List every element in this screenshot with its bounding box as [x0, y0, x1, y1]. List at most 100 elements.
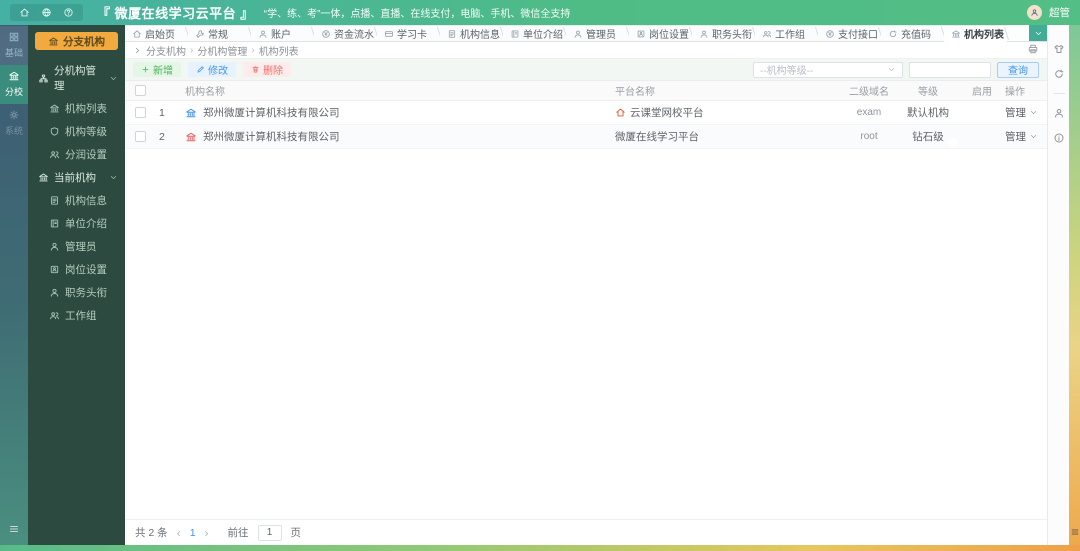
chevron-down-icon — [109, 74, 118, 83]
select-all-checkbox[interactable] — [135, 85, 146, 96]
refresh-history-icon[interactable] — [1053, 68, 1065, 80]
tab-funds-flow[interactable]: 资金流水 — [314, 25, 377, 41]
goto-page-input[interactable] — [257, 524, 282, 541]
breadcrumb: 分支机构 › 分机构管理 › 机构列表 — [125, 42, 1047, 58]
search-button[interactable]: 查询 — [997, 61, 1039, 78]
grid-icon — [8, 31, 20, 43]
right-collapse-button[interactable] — [1070, 527, 1080, 540]
breadcrumb-item[interactable]: 分机构管理 — [197, 43, 247, 58]
delete-button-label: 删除 — [263, 66, 283, 77]
breadcrumb-item[interactable]: 机构列表 — [259, 43, 299, 58]
sidebar-item-org-list[interactable]: 机构列表 — [28, 97, 125, 120]
toolbar: 新增 修改 删除 --机构等级-- 查询 — [125, 58, 1047, 81]
column-level: 等级 — [918, 87, 938, 98]
edit-button-label: 修改 — [208, 66, 228, 77]
rail-item-system[interactable]: 系统 — [0, 104, 28, 143]
tab-study-card[interactable]: 学习卡 — [377, 25, 440, 41]
sidebar-item-post-settings[interactable]: 岗位设置 — [28, 258, 125, 281]
shield-icon — [49, 126, 60, 137]
tab-post-settings[interactable]: 岗位设置 — [629, 25, 692, 41]
current-page-number[interactable]: 1 — [190, 527, 196, 539]
delete-button[interactable]: 删除 — [243, 62, 291, 77]
tab-label: 常规 — [208, 30, 228, 41]
sidebar-item-unit-intro[interactable]: 单位介绍 — [28, 212, 125, 235]
org-name[interactable]: 郑州微厦计算机科技有限公司 — [203, 129, 340, 144]
tab-label: 岗位设置 — [649, 30, 689, 41]
org-name[interactable]: 郑州微厦计算机科技有限公司 — [203, 105, 340, 120]
help-icon[interactable] — [63, 7, 74, 18]
sidebar-item-org-info[interactable]: 机构信息 — [28, 189, 125, 212]
sidebar-group-current-org[interactable]: 当前机构 — [28, 166, 125, 189]
sidebar-item-org-level[interactable]: 机构等级 — [28, 120, 125, 143]
page-unit-label: 页 — [290, 527, 302, 539]
breadcrumb-item[interactable]: 分支机构 — [146, 43, 186, 58]
tab-job-titles[interactable]: 职务头衔 — [692, 25, 755, 41]
sidebar-item-label: 机构等级 — [65, 126, 107, 138]
bottom-edge-strip — [0, 545, 1080, 551]
sidebar-item-job-titles[interactable]: 职务头衔 — [28, 281, 125, 304]
home-icon — [615, 107, 626, 118]
tab-payment-api[interactable]: 支付接口 — [818, 25, 881, 41]
column-platform-name: 平台名称 — [615, 87, 655, 98]
right-tool-column — [1047, 25, 1069, 545]
table-header: 机构名称 平台名称 二级域名 等级 启用 操作 — [125, 81, 1047, 101]
trash-icon — [251, 65, 260, 74]
row-checkbox[interactable] — [135, 131, 146, 142]
row-checkbox[interactable] — [135, 107, 146, 118]
pagination-bar: 共 2 条 ‹ 1 › 前往 页 — [125, 519, 1047, 545]
chevron-down-icon — [1029, 132, 1038, 141]
chevron-down-icon — [887, 65, 896, 74]
rail-collapse-button[interactable] — [8, 523, 20, 545]
person-icon — [573, 29, 583, 39]
column-subdomain: 二级域名 — [849, 87, 889, 98]
info-icon[interactable] — [1053, 132, 1065, 144]
tab-overflow-button[interactable] — [1029, 25, 1047, 41]
menu-list-icon — [1070, 527, 1080, 537]
sidebar-group-org-management[interactable]: 分机构管理 — [28, 59, 125, 97]
tab-home-page[interactable]: 启始页 — [125, 25, 188, 41]
username-label[interactable]: 超管 — [1049, 5, 1070, 20]
next-page-button[interactable]: › — [205, 526, 209, 540]
tab-org-info[interactable]: 机构信息 — [440, 25, 503, 41]
yen-coin-icon — [321, 29, 331, 39]
globe-icon[interactable] — [41, 7, 52, 18]
rail-item-branch[interactable]: 分校 — [0, 65, 28, 104]
home-icon[interactable] — [19, 7, 30, 18]
org-level-select[interactable]: --机构等级-- — [753, 61, 903, 78]
sidebar-item-work-groups[interactable]: 工作组 — [28, 304, 125, 327]
branch-org-button[interactable]: 分支机构 — [35, 32, 118, 50]
print-button[interactable] — [1027, 43, 1039, 58]
user-avatar[interactable] — [1027, 5, 1042, 20]
edit-button[interactable]: 修改 — [188, 62, 236, 77]
sidebar-group-label: 当前机构 — [54, 172, 96, 184]
badge-icon — [49, 264, 60, 275]
prev-page-button[interactable]: ‹ — [177, 526, 181, 540]
tab-org-list[interactable]: 机构列表 — [944, 25, 1007, 42]
tab-account[interactable]: 账户 — [251, 25, 314, 41]
manage-dropdown[interactable]: 管理 — [1005, 129, 1047, 144]
app-title: 『 微厦在线学习云平台 』 — [97, 6, 254, 21]
tab-recharge-codes[interactable]: 充值码 — [881, 25, 944, 41]
breadcrumb-separator: › — [251, 44, 255, 56]
tab-unit-intro[interactable]: 单位介绍 — [503, 25, 566, 41]
tab-work-groups[interactable]: 工作组 — [755, 25, 818, 41]
book-icon — [49, 218, 60, 229]
platform-name[interactable]: 微厦在线学习平台 — [615, 129, 699, 144]
theme-skin-icon[interactable] — [1053, 43, 1065, 55]
org-level-select-value: --机构等级-- — [760, 66, 814, 77]
app-window: 『 微厦在线学习云平台 』 “学、练、考”一体，点播、直播、在线支付，电脑、手机… — [0, 0, 1080, 551]
platform-name[interactable]: 云课堂网校平台 — [630, 105, 704, 120]
sidebar-item-profit-settings[interactable]: 分润设置 — [28, 143, 125, 166]
manage-dropdown[interactable]: 管理 — [1005, 105, 1047, 120]
goto-label: 前往 — [227, 527, 249, 539]
badge-icon — [636, 29, 646, 39]
search-input[interactable] — [909, 61, 991, 78]
tab-label: 职务头衔 — [712, 30, 752, 41]
tab-label: 资金流水 — [334, 30, 374, 41]
tab-admins[interactable]: 管理员 — [566, 25, 629, 41]
contact-person-icon[interactable] — [1053, 107, 1065, 119]
tab-general[interactable]: 常规 — [188, 25, 251, 41]
add-button[interactable]: 新增 — [133, 62, 181, 77]
rail-item-basic[interactable]: 基础 — [0, 26, 28, 65]
sidebar-item-admins[interactable]: 管理员 — [28, 235, 125, 258]
